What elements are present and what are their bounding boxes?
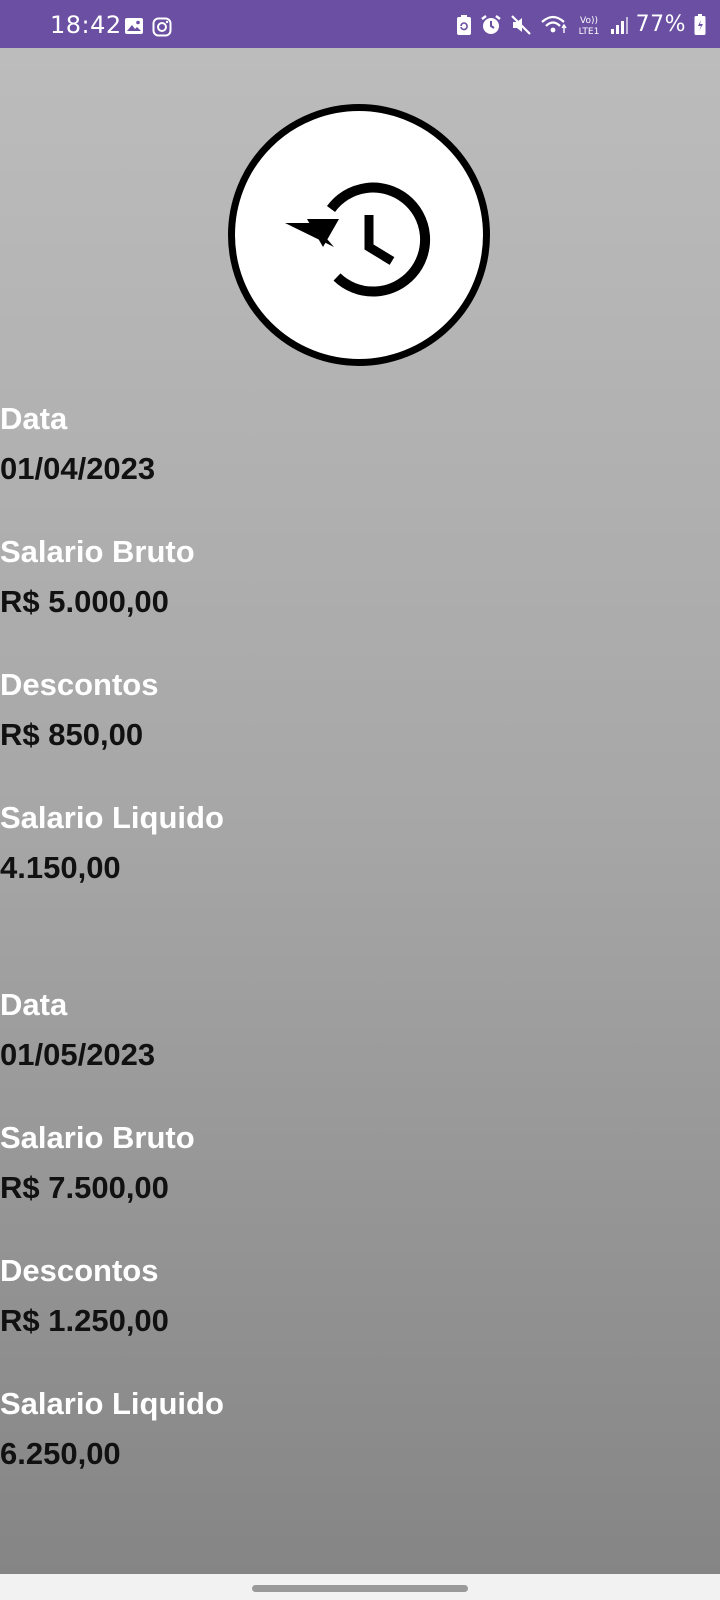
alarm-icon <box>480 14 502 36</box>
mute-icon <box>510 14 532 36</box>
gross-salary-value: R$ 5.000,00 <box>0 584 169 619</box>
salary-entry-2: Data 01/05/2023 Salario Bruto R$ 7.500,0… <box>0 980 720 1512</box>
discounts-field: Descontos R$ 1.250,00 <box>0 1246 720 1379</box>
signal-icon <box>610 15 628 35</box>
discounts-label: Descontos <box>0 1253 159 1288</box>
history-icon <box>285 182 431 297</box>
date-value: 01/05/2023 <box>0 1037 156 1072</box>
status-time: 18:42 <box>50 11 122 39</box>
status-right-icons: Vo)) LTE1 77% <box>456 12 706 38</box>
date-label: Data <box>0 401 68 436</box>
date-value: 01/04/2023 <box>0 451 156 486</box>
battery-percent: 77% <box>635 12 686 37</box>
net-salary-field: Salario Liquido 4.150,00 <box>0 793 720 926</box>
net-salary-label: Salario Liquido <box>0 800 224 835</box>
history-screen: Data 01/04/2023 Salario Bruto R$ 5.000,0… <box>0 48 720 1574</box>
salary-entry-1: Data 01/04/2023 Salario Bruto R$ 5.000,0… <box>0 394 720 926</box>
volte-label: Vo)) <box>580 16 598 26</box>
date-field: Data 01/05/2023 <box>0 980 720 1113</box>
discounts-field: Descontos R$ 850,00 <box>0 660 720 793</box>
discounts-value: R$ 850,00 <box>0 717 144 752</box>
battery-icon <box>694 14 706 36</box>
gross-salary-field: Salario Bruto R$ 7.500,00 <box>0 1113 720 1246</box>
wifi-icon <box>540 14 568 36</box>
home-gesture-handle[interactable] <box>252 1585 468 1592</box>
battery-saver-icon <box>456 14 472 36</box>
net-salary-field: Salario Liquido 6.250,00 <box>0 1379 720 1512</box>
gross-salary-label: Salario Bruto <box>0 1120 195 1155</box>
gallery-icon <box>124 17 144 37</box>
lte-label: LTE1 <box>578 27 599 37</box>
instagram-icon <box>152 17 172 37</box>
date-field: Data 01/04/2023 <box>0 394 720 527</box>
discounts-value: R$ 1.250,00 <box>0 1303 169 1338</box>
gross-salary-label: Salario Bruto <box>0 534 195 569</box>
gross-salary-field: Salario Bruto R$ 5.000,00 <box>0 527 720 660</box>
status-left-icons <box>124 17 172 37</box>
net-salary-value: 4.150,00 <box>0 850 121 885</box>
net-salary-value: 6.250,00 <box>0 1436 121 1471</box>
date-label: Data <box>0 987 68 1022</box>
navigation-bar <box>0 1574 720 1600</box>
status-bar: 18:42 Vo)) LTE1 77% <box>0 0 720 48</box>
history-header-badge <box>228 104 490 366</box>
gross-salary-value: R$ 7.500,00 <box>0 1170 169 1205</box>
discounts-label: Descontos <box>0 667 159 702</box>
net-salary-label: Salario Liquido <box>0 1386 224 1421</box>
volte-icon: Vo)) LTE1 <box>576 13 602 37</box>
